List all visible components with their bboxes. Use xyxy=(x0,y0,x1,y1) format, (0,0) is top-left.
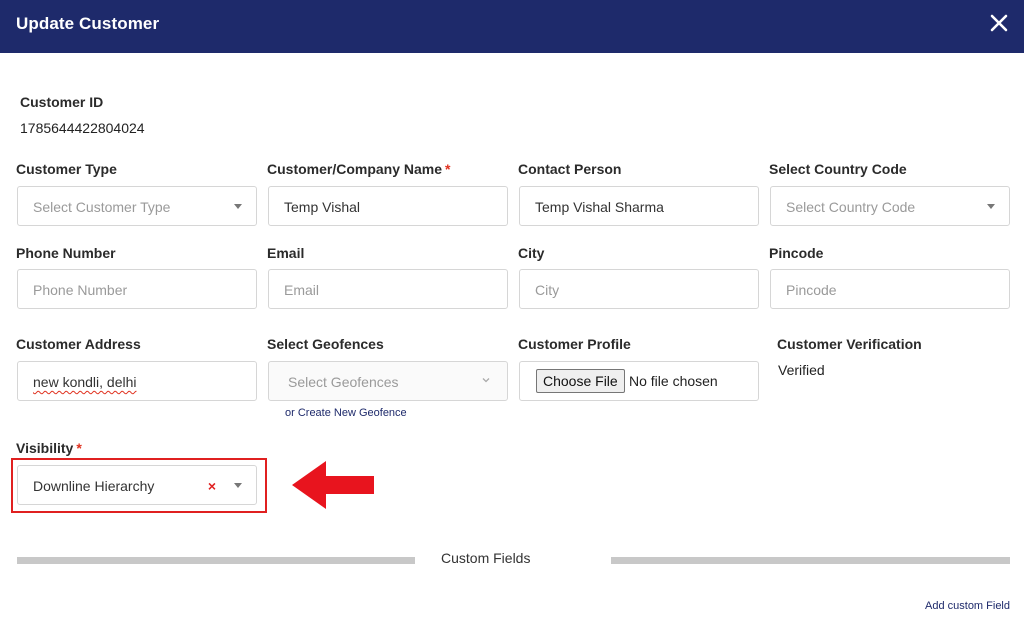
contact-person-label: Contact Person xyxy=(518,161,622,177)
caret-down-icon xyxy=(234,483,242,488)
customer-type-label: Customer Type xyxy=(16,161,117,177)
modal-title: Update Customer xyxy=(16,14,160,33)
chevron-down-icon xyxy=(482,378,490,383)
phone-input[interactable]: Phone Number xyxy=(17,269,257,309)
profile-label: Customer Profile xyxy=(518,336,631,352)
customer-type-select[interactable]: Select Customer Type xyxy=(17,186,257,226)
divider-left xyxy=(17,557,415,564)
contact-person-input[interactable]: Temp Vishal Sharma xyxy=(519,186,759,226)
country-code-placeholder: Select Country Code xyxy=(786,199,916,215)
company-name-label: Customer/Company Name * xyxy=(267,161,451,177)
verification-value: Verified xyxy=(778,362,825,378)
address-input[interactable]: new kondli, delhi xyxy=(17,361,257,401)
clear-icon[interactable]: × xyxy=(208,478,216,494)
geofences-label: Select Geofences xyxy=(267,336,384,352)
company-name-input[interactable]: Temp Vishal xyxy=(268,186,508,226)
verification-label: Customer Verification xyxy=(777,336,922,352)
email-placeholder: Email xyxy=(284,282,320,298)
city-input[interactable]: City xyxy=(519,269,759,309)
file-status: No file chosen xyxy=(629,373,718,389)
email-input[interactable]: Email xyxy=(268,269,508,309)
profile-file-input[interactable]: Choose File No file chosen xyxy=(519,361,759,401)
choose-file-button[interactable]: Choose File xyxy=(536,369,625,393)
city-placeholder: City xyxy=(535,282,560,298)
pincode-input[interactable]: Pincode xyxy=(770,269,1010,309)
close-icon[interactable] xyxy=(986,10,1012,36)
geofences-select[interactable]: Select Geofences xyxy=(268,361,508,401)
phone-label: Phone Number xyxy=(16,245,116,261)
add-custom-field-link[interactable]: Add custom Field xyxy=(925,600,1010,612)
annotation-arrow-icon xyxy=(292,461,374,509)
phone-placeholder: Phone Number xyxy=(33,282,128,298)
required-mark: * xyxy=(445,161,451,177)
pincode-placeholder: Pincode xyxy=(786,282,837,298)
visibility-label: Visibility * xyxy=(16,440,82,456)
customer-id-label: Customer ID xyxy=(20,94,104,110)
city-label: City xyxy=(518,245,545,261)
divider-right xyxy=(611,557,1010,564)
customer-id-value: 1785644422804024 xyxy=(20,120,145,136)
country-code-label: Select Country Code xyxy=(769,161,907,177)
address-label: Customer Address xyxy=(16,336,141,352)
visibility-value: Downline Hierarchy xyxy=(33,478,155,494)
caret-down-icon xyxy=(234,204,242,209)
required-mark: * xyxy=(76,440,82,456)
company-name-value: Temp Vishal xyxy=(284,199,361,215)
visibility-select[interactable]: Downline Hierarchy × xyxy=(17,465,257,505)
custom-fields-heading: Custom Fields xyxy=(441,550,531,566)
contact-person-value: Temp Vishal Sharma xyxy=(535,199,664,215)
create-geofence-link[interactable]: or Create New Geofence xyxy=(285,407,407,419)
pincode-label: Pincode xyxy=(769,245,824,261)
caret-down-icon xyxy=(987,204,995,209)
modal-header: Update Customer xyxy=(0,0,1024,53)
country-code-select[interactable]: Select Country Code xyxy=(770,186,1010,226)
email-label: Email xyxy=(267,245,305,261)
address-value: new kondli, delhi xyxy=(33,374,137,390)
geofences-placeholder: Select Geofences xyxy=(288,374,399,390)
customer-type-placeholder: Select Customer Type xyxy=(33,199,171,215)
